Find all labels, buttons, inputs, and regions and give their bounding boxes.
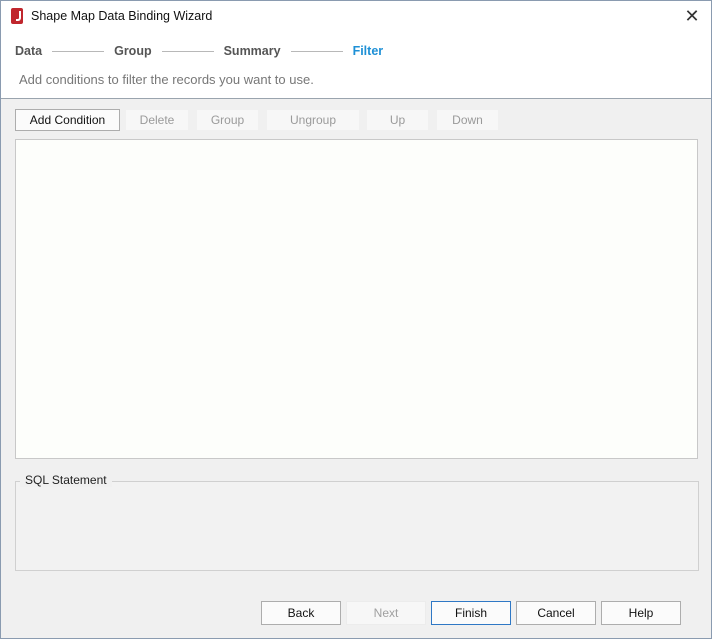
ungroup-button[interactable]: Ungroup bbox=[266, 109, 360, 131]
app-icon bbox=[11, 8, 23, 24]
next-button[interactable]: Next bbox=[346, 601, 426, 625]
back-button[interactable]: Back bbox=[261, 601, 341, 625]
delete-button[interactable]: Delete bbox=[125, 109, 189, 131]
step-summary[interactable]: Summary bbox=[224, 44, 281, 58]
down-button[interactable]: Down bbox=[436, 109, 499, 131]
step-connector bbox=[161, 50, 214, 52]
window-title: Shape Map Data Binding Wizard bbox=[31, 9, 213, 23]
wizard-dialog: Shape Map Data Binding Wizard ✕ Data Gro… bbox=[0, 0, 712, 639]
wizard-steps: Data Group Summary Filter bbox=[15, 43, 383, 59]
step-connector bbox=[52, 50, 105, 52]
step-connector bbox=[290, 50, 343, 52]
finish-button[interactable]: Finish bbox=[431, 601, 511, 625]
step-data[interactable]: Data bbox=[15, 44, 42, 58]
condition-list[interactable] bbox=[15, 139, 698, 459]
add-condition-button[interactable]: Add Condition bbox=[15, 109, 120, 131]
up-button[interactable]: Up bbox=[366, 109, 429, 131]
step-filter[interactable]: Filter bbox=[353, 44, 384, 58]
group-button[interactable]: Group bbox=[196, 109, 259, 131]
help-button[interactable]: Help bbox=[601, 601, 681, 625]
cancel-button[interactable]: Cancel bbox=[516, 601, 596, 625]
title-bar[interactable]: Shape Map Data Binding Wizard ✕ bbox=[1, 1, 711, 31]
sql-statement-panel: SQL Statement bbox=[15, 473, 699, 571]
step-group[interactable]: Group bbox=[114, 44, 152, 58]
step-description: Add conditions to filter the records you… bbox=[19, 72, 314, 87]
close-button[interactable]: ✕ bbox=[677, 3, 707, 29]
sql-statement-label: SQL Statement bbox=[20, 473, 112, 487]
